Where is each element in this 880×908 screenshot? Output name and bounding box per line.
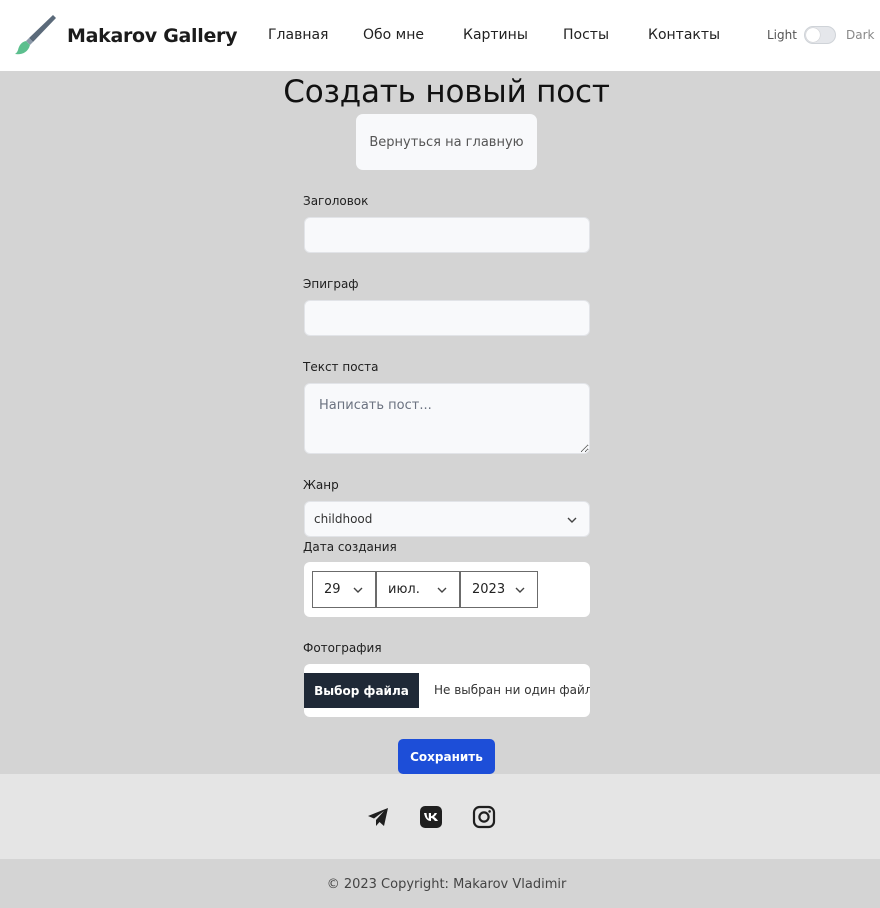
- chevron-down-icon: [567, 517, 577, 523]
- save-button[interactable]: Сохранить: [398, 739, 495, 774]
- instagram-icon[interactable]: [472, 805, 496, 829]
- nav-link-paintings[interactable]: Картины: [463, 27, 528, 43]
- year-select[interactable]: 2023: [460, 571, 538, 608]
- chevron-down-icon: [515, 587, 525, 593]
- theme-dark-label: Dark: [846, 28, 875, 42]
- chevron-down-icon: [437, 587, 447, 593]
- file-status: Не выбран ни один файл: [434, 683, 590, 697]
- date-picker: 29 июл. 2023: [304, 562, 590, 617]
- genre-selected-value: childhood: [314, 512, 373, 526]
- title-input[interactable]: [304, 217, 590, 253]
- photo-label: Фотография: [303, 641, 382, 655]
- nav-link-about[interactable]: Обо мне: [363, 27, 424, 43]
- post-text-label: Текст поста: [303, 360, 379, 374]
- month-value: июл.: [388, 582, 420, 597]
- choose-file-button[interactable]: Выбор файла: [304, 673, 419, 708]
- chevron-down-icon: [353, 587, 363, 593]
- brand-name[interactable]: Makarov Gallery: [67, 25, 238, 47]
- back-to-home-button[interactable]: Вернуться на главную: [356, 114, 537, 170]
- footer-social: [0, 774, 880, 859]
- nav-link-contacts[interactable]: Контакты: [648, 27, 720, 43]
- day-value: 29: [324, 582, 341, 597]
- day-select[interactable]: 29: [312, 571, 376, 608]
- brand[interactable]: Makarov Gallery: [13, 13, 238, 57]
- genre-label: Жанр: [303, 478, 339, 492]
- vk-icon[interactable]: [419, 805, 443, 829]
- month-select[interactable]: июл.: [376, 571, 460, 608]
- nav-link-posts[interactable]: Посты: [563, 27, 609, 43]
- paintbrush-icon: [15, 15, 56, 55]
- copyright-text: © 2023 Copyright: Makarov Vladimir: [326, 877, 567, 892]
- genre-select[interactable]: childhood: [304, 501, 590, 537]
- file-input: Выбор файла Не выбран ни один файл: [304, 664, 590, 717]
- navbar: Makarov Gallery Главная Обо мне Картины …: [0, 0, 880, 71]
- theme-toggle[interactable]: [804, 26, 836, 44]
- epigraph-label: Эпиграф: [303, 277, 359, 291]
- page-title: Создать новый пост: [283, 74, 610, 110]
- creation-date-label: Дата создания: [303, 540, 397, 554]
- year-value: 2023: [472, 582, 506, 597]
- title-label: Заголовок: [303, 194, 369, 208]
- nav-link-home[interactable]: Главная: [268, 27, 328, 43]
- theme-light-label: Light: [767, 28, 797, 42]
- post-text-textarea[interactable]: [304, 383, 590, 454]
- footer-copyright: © 2023 Copyright: Makarov Vladimir: [0, 859, 880, 908]
- telegram-icon[interactable]: [366, 805, 390, 829]
- epigraph-input[interactable]: [304, 300, 590, 336]
- toggle-knob: [806, 28, 820, 42]
